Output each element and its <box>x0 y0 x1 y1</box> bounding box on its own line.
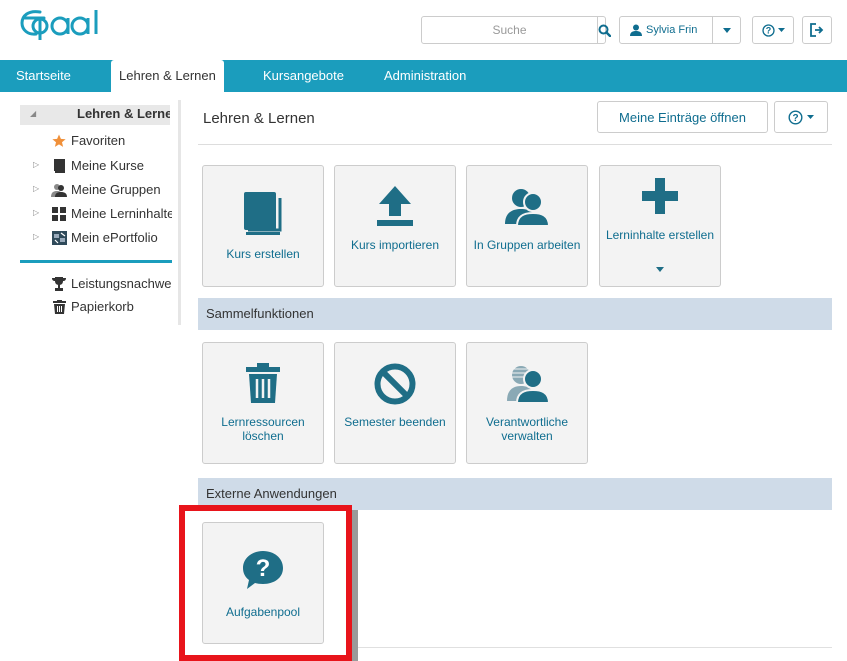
page-title: Lehren & Lernen <box>203 110 315 127</box>
highlight-box <box>179 505 352 661</box>
open-my-entries-button[interactable]: Meine Einträge öffnen <box>597 101 768 133</box>
trash-icon <box>51 299 67 315</box>
user-dropdown-toggle[interactable] <box>713 16 741 44</box>
svg-text:?: ? <box>765 25 771 35</box>
sidebar-divider <box>178 100 181 325</box>
tab-lehren-lernen[interactable]: Lehren & Lernen <box>111 60 224 93</box>
sidebar-item-label: Meine Kurse <box>71 158 144 173</box>
highlight-shadow <box>352 510 358 661</box>
tile-lerninhalte-erstellen[interactable]: Lerninhalte erstellen <box>599 165 721 287</box>
caret-down-icon <box>777 28 785 32</box>
search-box <box>421 16 611 44</box>
sidebar-item-label: Meine Lerninhalte <box>71 206 172 221</box>
sidebar: Lehren & Lernen ◢ Favoriten ▷ Meine Kurs… <box>0 92 182 332</box>
tile-label: In Gruppen arbeiten <box>473 238 581 252</box>
section-sammelfunktionen: Sammelfunktionen <box>198 298 832 330</box>
sidebar-separator <box>20 260 172 263</box>
sidebar-item-label: Papierkorb <box>71 299 134 314</box>
grid-icon <box>51 206 67 222</box>
expand-triangle-icon[interactable]: ▷ <box>33 232 43 241</box>
search-input[interactable] <box>422 17 597 43</box>
tile-label: Kurs importieren <box>350 238 440 252</box>
caret-down-icon <box>722 27 731 33</box>
top-bar: Sylvia Frin ? <box>0 0 847 60</box>
sidebar-item-label: Lehren & Lernen <box>77 106 170 121</box>
sidebar-item-meine-lerninhalte[interactable]: ▷ Meine Lerninhalte <box>0 204 172 224</box>
main-navigation: Startseite Lehren & Lernen Kursangebote … <box>0 60 847 93</box>
tab-administration[interactable]: Administration <box>384 60 466 92</box>
opal-logo[interactable] <box>18 6 108 40</box>
tile-label: Verantwortliche verwalten <box>485 415 569 443</box>
book-icon <box>203 192 323 236</box>
sidebar-item-label: Meine Gruppen <box>71 182 161 197</box>
sidebar-item-leistungsnachweise[interactable]: Leistungsnachweise <box>0 274 172 294</box>
svg-text:?: ? <box>792 113 798 124</box>
search-button[interactable] <box>597 17 611 43</box>
tile-label: Semester beenden <box>344 415 446 429</box>
user-icon <box>630 24 642 36</box>
sidebar-item-label: Mein ePortfolio <box>71 230 158 245</box>
user-name: Sylvia Frin <box>646 24 698 36</box>
sidebar-item-meine-kurse[interactable]: ▷ Meine Kurse <box>0 156 172 176</box>
content-bottom-divider <box>354 647 832 648</box>
help-icon: ? <box>761 23 775 37</box>
help-icon: ? <box>788 109 803 125</box>
portfolio-icon <box>51 230 67 246</box>
sidebar-item-mein-eportfolio[interactable]: ▷ Mein ePortfolio <box>0 228 172 248</box>
trash-icon <box>203 363 323 403</box>
sidebar-item-meine-gruppen[interactable]: ▷ Meine Gruppen <box>0 180 172 200</box>
help-menu-button[interactable]: ? <box>752 16 794 44</box>
tile-verantwortliche-verwalten[interactable]: Verantwortliche verwalten <box>466 342 588 464</box>
caret-down-icon <box>807 115 814 119</box>
sidebar-item-lehren-lernen[interactable]: Lehren & Lernen <box>20 105 170 125</box>
tile-lernressourcen-loeschen[interactable]: Lernressourcen löschen <box>202 342 324 464</box>
tile-kurs-importieren[interactable]: Kurs importieren <box>334 165 456 287</box>
user-menu-button[interactable]: Sylvia Frin <box>619 16 713 44</box>
plus-icon <box>600 178 720 214</box>
tab-startseite[interactable]: Startseite <box>16 60 71 92</box>
ban-icon <box>335 363 455 405</box>
logout-icon <box>810 23 824 37</box>
user-manage-icon <box>467 365 587 403</box>
collapse-triangle-icon[interactable]: ◢ <box>30 109 40 118</box>
tile-label: Lerninhalte erstellen <box>605 228 715 242</box>
expand-triangle-icon[interactable]: ▷ <box>33 208 43 217</box>
sidebar-item-favoriten[interactable]: Favoriten <box>0 131 172 151</box>
search-icon <box>598 24 611 37</box>
tile-label: Kurs erstellen <box>226 247 300 261</box>
caret-down-icon <box>600 267 720 272</box>
sidebar-item-label: Favoriten <box>71 133 126 148</box>
group-icon <box>51 182 67 198</box>
logout-button[interactable] <box>802 16 832 44</box>
tile-kurs-erstellen[interactable]: Kurs erstellen <box>202 165 324 287</box>
star-icon <box>51 133 67 149</box>
page-help-button[interactable]: ? <box>774 101 828 133</box>
expand-triangle-icon[interactable]: ▷ <box>33 160 43 169</box>
tile-label: Lernressourcen löschen <box>221 415 305 443</box>
title-divider <box>198 144 832 145</box>
book-icon <box>51 158 67 174</box>
group-icon <box>467 188 587 226</box>
sidebar-item-label: Leistungsnachweise <box>71 276 172 291</box>
upload-icon <box>335 186 455 226</box>
tile-semester-beenden[interactable]: Semester beenden <box>334 342 456 464</box>
trophy-icon <box>51 276 67 292</box>
expand-triangle-icon[interactable]: ▷ <box>33 184 43 193</box>
sidebar-item-papierkorb[interactable]: Papierkorb <box>0 297 172 317</box>
tile-in-gruppen-arbeiten[interactable]: In Gruppen arbeiten <box>466 165 588 287</box>
tab-kursangebote[interactable]: Kursangebote <box>263 60 344 92</box>
